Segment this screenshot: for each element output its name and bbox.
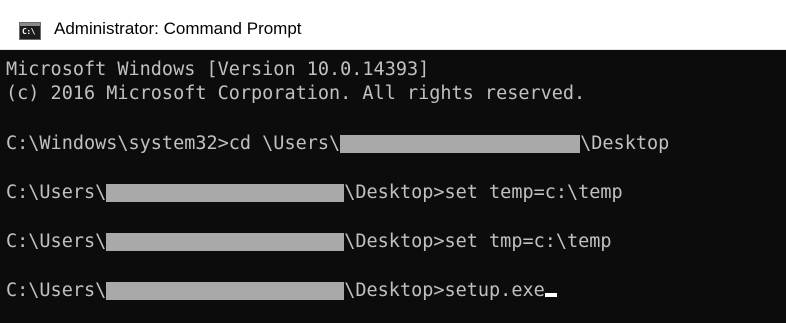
console-line-prefix: C:\Users\ — [6, 182, 107, 203]
console-line-prefix: C:\Users\ — [6, 231, 107, 252]
console-line-text: Microsoft Windows [Version 10.0.14393] — [6, 59, 430, 80]
console-line-suffix: \Desktop>set temp=c:\temp — [344, 182, 623, 203]
console-line-setup-command: C:\Users\ \Desktop>setup.exe — [6, 279, 557, 303]
redacted-username — [340, 135, 581, 153]
console-line-copyright: (c) 2016 Microsoft Corporation. All righ… — [6, 82, 585, 106]
console-output[interactable]: Microsoft Windows [Version 10.0.14393] (… — [0, 50, 786, 323]
command-prompt-window: C:\ Administrator: Command Prompt Micros… — [0, 0, 786, 323]
console-line-suffix: \Desktop>setup.exe — [344, 280, 545, 301]
console-line-set-temp: C:\Users\ \Desktop>set temp=c:\temp — [6, 181, 623, 205]
console-line-suffix: \Desktop>set tmp=c:\temp — [344, 231, 612, 252]
console-line-version: Microsoft Windows [Version 10.0.14393] — [6, 58, 429, 82]
console-line-prefix: C:\Windows\system32>cd \Users\ — [6, 133, 341, 154]
title-bar[interactable]: C:\ Administrator: Command Prompt — [0, 0, 786, 50]
console-line-set-tmp: C:\Users\ \Desktop>set tmp=c:\temp — [6, 230, 612, 254]
text-cursor — [544, 293, 557, 297]
redacted-username — [106, 282, 345, 300]
redacted-username — [106, 233, 345, 251]
command-prompt-icon: C:\ — [19, 22, 41, 40]
redacted-username — [106, 184, 345, 202]
console-line-text: (c) 2016 Microsoft Corporation. All righ… — [6, 83, 586, 104]
command-prompt-icon-glyph: C:\ — [22, 27, 35, 36]
console-line-suffix: \Desktop — [580, 133, 670, 154]
console-line-prefix: C:\Users\ — [6, 280, 107, 301]
window-title: Administrator: Command Prompt — [54, 19, 302, 38]
console-line-cd-command: C:\Windows\system32>cd \Users\ \Desktop — [6, 132, 669, 156]
